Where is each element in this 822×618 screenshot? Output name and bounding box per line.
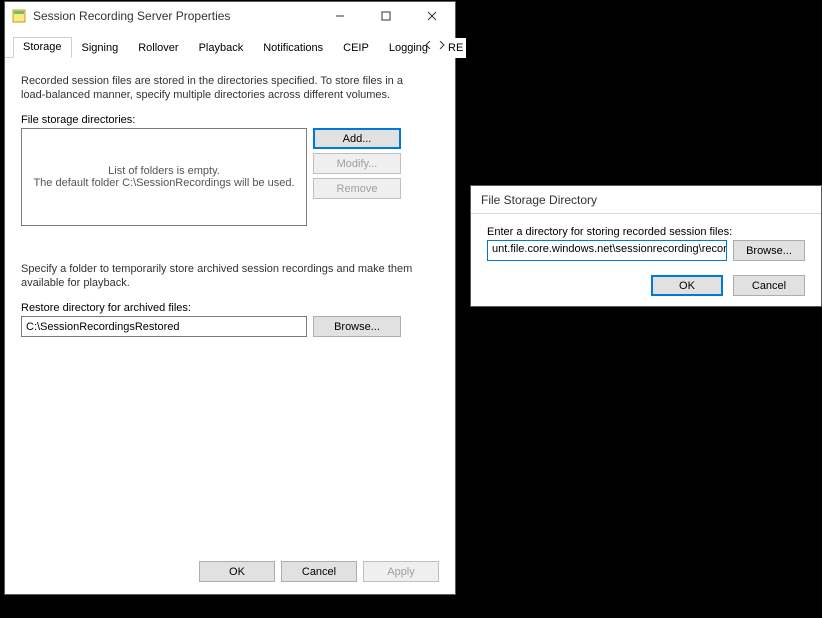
apply-button: Apply [363, 561, 439, 582]
window-title: Session Recording Server Properties [33, 9, 317, 23]
dialog-footer: OK Cancel Apply [199, 561, 439, 582]
tab-bar: Storage Signing Rollover Playback Notifi… [5, 34, 455, 58]
restore-input[interactable] [21, 316, 307, 337]
path-input[interactable]: unt.file.core.windows.net\sessionrecordi… [487, 240, 727, 261]
ok-button[interactable]: OK [199, 561, 275, 582]
maximize-button[interactable] [363, 2, 409, 30]
tab-scroll-left[interactable] [421, 36, 435, 54]
main-window: Session Recording Server Properties Stor… [4, 1, 456, 595]
list-empty-line1: List of folders is empty. [108, 165, 220, 177]
dialog-titlebar: File Storage Directory [471, 186, 821, 214]
dialog-ok-button[interactable]: OK [651, 275, 723, 296]
titlebar: Session Recording Server Properties [5, 2, 455, 30]
dialog-prompt: Enter a directory for storing recorded s… [487, 226, 805, 238]
minimize-button[interactable] [317, 2, 363, 30]
tab-playback[interactable]: Playback [189, 38, 254, 58]
tab-scroll-right[interactable] [435, 36, 449, 54]
remove-button: Remove [313, 178, 401, 199]
storage-desc: Recorded session files are stored in the… [21, 74, 417, 102]
tab-notifications[interactable]: Notifications [253, 38, 333, 58]
dialog-browse-button[interactable]: Browse... [733, 240, 805, 261]
tab-content: Recorded session files are stored in the… [5, 58, 455, 337]
dialog-title: File Storage Directory [477, 193, 821, 207]
dirs-label: File storage directories: [21, 114, 439, 126]
tab-storage[interactable]: Storage [13, 37, 72, 58]
tab-scroll [421, 36, 449, 54]
close-button[interactable] [409, 2, 455, 30]
tab-rollover[interactable]: Rollover [128, 38, 188, 58]
restore-desc: Specify a folder to temporarily store ar… [21, 262, 417, 290]
dialog-content: Enter a directory for storing recorded s… [471, 214, 821, 308]
restore-browse-button[interactable]: Browse... [313, 316, 401, 337]
dirs-listbox[interactable]: List of folders is empty. The default fo… [21, 128, 307, 226]
dialog-cancel-button[interactable]: Cancel [733, 275, 805, 296]
cancel-button[interactable]: Cancel [281, 561, 357, 582]
tab-ceip[interactable]: CEIP [333, 38, 379, 58]
restore-label: Restore directory for archived files: [21, 302, 439, 314]
list-empty-line2: The default folder C:\SessionRecordings … [33, 177, 294, 189]
tab-signing[interactable]: Signing [72, 38, 129, 58]
file-storage-dialog: File Storage Directory Enter a directory… [470, 185, 822, 307]
add-button[interactable]: Add... [313, 128, 401, 149]
app-icon [11, 8, 27, 24]
modify-button: Modify... [313, 153, 401, 174]
system-buttons [317, 2, 455, 30]
